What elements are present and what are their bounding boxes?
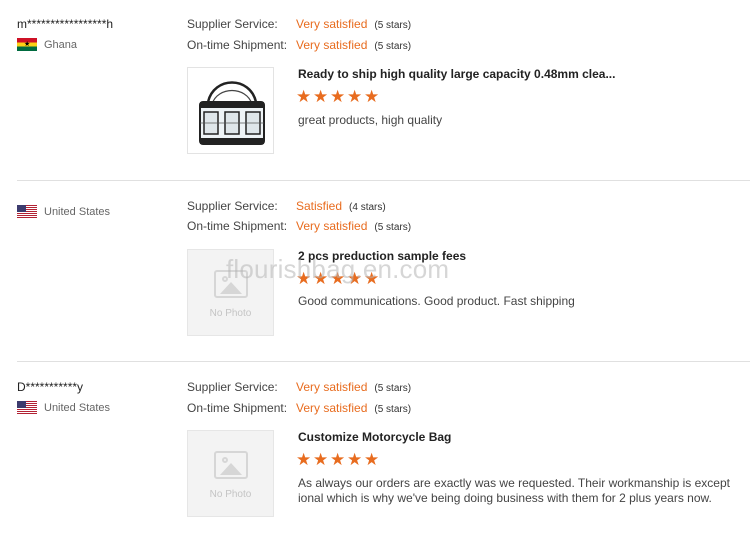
star-icon: ★ bbox=[330, 450, 346, 469]
star-icon: ★ bbox=[364, 450, 380, 469]
image-placeholder-icon bbox=[214, 451, 248, 479]
product-rating-stars: ★ ★ ★ ★ ★ bbox=[296, 87, 381, 106]
supplier-service-stars: (5 stars) bbox=[374, 20, 412, 31]
supplier-service-rating: Supplier Service: Very satisfied (5 star… bbox=[187, 380, 411, 394]
clear-bag-image bbox=[199, 81, 265, 145]
star-icon: ★ bbox=[347, 269, 363, 288]
country-name: United States bbox=[44, 205, 111, 218]
shipment-rating: On-time Shipment: Very satisfied (5 star… bbox=[187, 219, 411, 233]
shipment-value: Very satisfied bbox=[296, 401, 368, 415]
review-comment: Good communications. Good product. Fast … bbox=[298, 294, 575, 308]
flag-ghana-icon: ★ bbox=[17, 38, 37, 51]
buyer-name: m*****************h bbox=[17, 17, 114, 31]
image-placeholder-icon bbox=[214, 270, 248, 298]
supplier-service-label: Supplier Service: bbox=[187, 199, 278, 213]
shipment-rating: On-time Shipment: Very satisfied (5 star… bbox=[187, 401, 411, 415]
star-icon: ★ bbox=[296, 450, 312, 469]
shipment-stars: (5 stars) bbox=[374, 404, 412, 415]
shipment-label: On-time Shipment: bbox=[187, 401, 288, 415]
flag-us-icon bbox=[17, 401, 37, 414]
supplier-service-value: Satisfied bbox=[296, 199, 343, 213]
star-icon: ★ bbox=[347, 87, 363, 106]
supplier-service-value: Very satisfied bbox=[296, 380, 368, 394]
supplier-service-label: Supplier Service: bbox=[187, 380, 278, 394]
no-photo-label: No Photo bbox=[209, 308, 252, 319]
shipment-stars: (5 stars) bbox=[374, 222, 412, 233]
shipment-rating: On-time Shipment: Very satisfied (5 star… bbox=[187, 38, 411, 52]
shipment-value: Very satisfied bbox=[296, 219, 368, 233]
product-thumbnail[interactable] bbox=[187, 67, 274, 154]
star-icon: ★ bbox=[347, 450, 363, 469]
flag-us-icon bbox=[17, 205, 37, 218]
no-photo-label: No Photo bbox=[209, 489, 252, 500]
review-comment: great products, high quality bbox=[298, 113, 443, 127]
shipment-stars: (5 stars) bbox=[374, 41, 412, 52]
country-name: United States bbox=[44, 401, 111, 414]
review-comment: As always our orders are exactly was we … bbox=[298, 476, 730, 505]
supplier-service-rating: Supplier Service: Satisfied (4 stars) bbox=[187, 199, 386, 213]
supplier-service-stars: (5 stars) bbox=[374, 383, 412, 394]
product-rating-stars: ★ ★ ★ ★ ★ bbox=[296, 450, 381, 469]
star-icon: ★ bbox=[330, 269, 346, 288]
supplier-service-value: Very satisfied bbox=[296, 17, 368, 31]
country-name: Ghana bbox=[44, 38, 78, 51]
supplier-service-rating: Supplier Service: Very satisfied (5 star… bbox=[187, 17, 411, 31]
buyer-country: United States bbox=[17, 401, 110, 414]
star-icon: ★ bbox=[330, 87, 346, 106]
star-icon: ★ bbox=[313, 450, 329, 469]
shipment-label: On-time Shipment: bbox=[187, 38, 288, 52]
star-icon: ★ bbox=[296, 269, 312, 288]
buyer-country: ★ Ghana bbox=[17, 38, 77, 51]
star-icon: ★ bbox=[364, 269, 380, 288]
review-divider bbox=[17, 361, 750, 362]
product-title[interactable]: 2 pcs preduction sample fees bbox=[298, 249, 466, 263]
star-icon: ★ bbox=[296, 87, 312, 106]
product-title[interactable]: Customize Motorcycle Bag bbox=[298, 430, 451, 444]
buyer-country: United States bbox=[17, 205, 110, 218]
review-divider bbox=[17, 180, 750, 181]
product-title[interactable]: Ready to ship high quality large capacit… bbox=[298, 67, 615, 81]
supplier-service-label: Supplier Service: bbox=[187, 17, 278, 31]
supplier-service-stars: (4 stars) bbox=[349, 202, 386, 213]
star-icon: ★ bbox=[313, 87, 329, 106]
product-thumbnail[interactable]: No Photo bbox=[187, 430, 274, 517]
product-thumbnail[interactable]: No Photo bbox=[187, 249, 274, 336]
shipment-label: On-time Shipment: bbox=[187, 219, 288, 233]
buyer-name: D***********y bbox=[17, 380, 84, 394]
star-icon: ★ bbox=[313, 269, 329, 288]
product-rating-stars: ★ ★ ★ ★ ★ bbox=[296, 269, 381, 288]
star-icon: ★ bbox=[364, 87, 380, 106]
shipment-value: Very satisfied bbox=[296, 38, 368, 52]
